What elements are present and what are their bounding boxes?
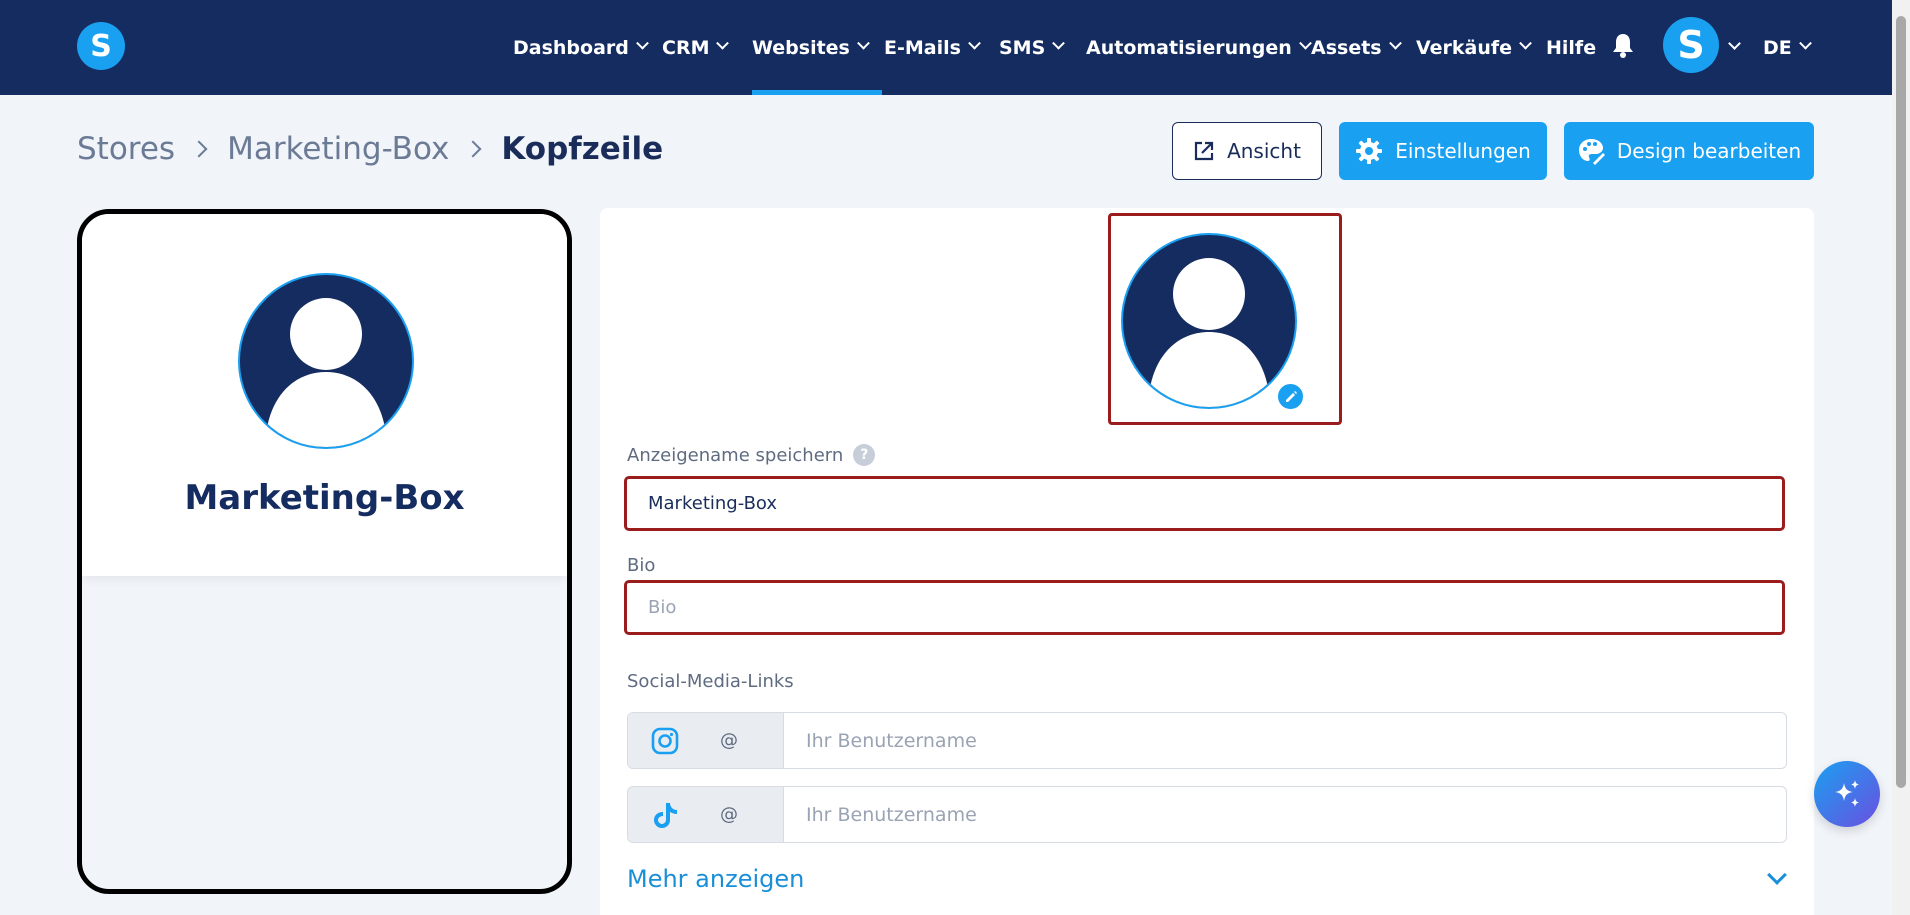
bio-label-text: Bio [627,555,656,576]
help-icon[interactable]: ? [853,444,876,466]
preview-store-name: Marketing-Box [184,478,465,518]
nav-emails[interactable]: E-Mails [884,0,981,95]
bio-label: Bio [627,555,655,576]
top-navbar: S Dashboard CRM Websites E-Mails SMS Aut… [0,0,1892,95]
design-edit-button-label: Design bearbeiten [1616,139,1802,163]
display-name-label: Anzeigename speichern ? [627,444,876,466]
breadcrumb: Stores Marketing-Box Kopfzeile [77,131,663,167]
palette-icon [1578,139,1605,165]
nav-crm[interactable]: CRM [662,0,730,95]
nav-label: Hilfe [1546,36,1597,59]
nav-label: Assets [1311,36,1382,59]
chevron-down-icon [857,36,870,50]
avatar-placeholder-icon [238,273,414,449]
external-link-icon [1194,141,1214,161]
show-more-link[interactable]: Mehr anzeigen [627,865,804,893]
chevron-down-icon [1052,36,1066,50]
chevron-down-icon [1519,36,1532,50]
page-scrollbar[interactable] [1892,0,1910,915]
ai-assistant-button[interactable] [1814,761,1880,827]
bell-icon[interactable] [1612,32,1634,58]
header-editor-panel: Anzeigename speichern ? Marketing-Box Bi… [600,208,1814,915]
scrollbar-thumb[interactable] [1896,16,1906,788]
chevron-down-icon [636,36,649,50]
chevron-down-icon[interactable] [1767,865,1787,885]
gear-icon [1356,138,1383,164]
display-name-label-text: Anzeigename speichern [627,444,844,466]
tiktok-placeholder: Ihr Benutzername [806,803,977,826]
breadcrumb-stores[interactable]: Stores [77,131,175,167]
view-button-label: Ansicht [1227,139,1301,163]
tiktok-username-input[interactable]: Ihr Benutzername [784,787,1786,842]
bio-placeholder: Bio [648,597,677,618]
view-button[interactable]: Ansicht [1172,122,1322,180]
nav-hilfe[interactable]: Hilfe [1546,0,1596,95]
at-symbol: @ [720,730,738,751]
chevron-down-icon [1798,36,1812,50]
social-prefix: @ [628,713,784,768]
nav-label: Dashboard [513,36,629,59]
chevron-down-icon [716,36,730,50]
instagram-link-field: @ Ihr Benutzername [627,712,1787,769]
at-symbol: @ [720,804,738,825]
nav-automatisierungen[interactable]: Automatisierungen [1086,0,1312,95]
display-name-value: Marketing-Box [648,493,778,514]
avatar-upload[interactable] [1108,213,1342,425]
language-label: DE [1763,36,1792,59]
nav-websites[interactable]: Websites [752,0,882,95]
breadcrumb-store[interactable]: Marketing-Box [227,131,449,167]
nav-label: Automatisierungen [1086,36,1292,59]
social-links-label-text: Social-Media-Links [627,671,794,692]
nav-label: Verkäufe [1416,36,1513,59]
nav-label: E-Mails [884,36,961,59]
design-edit-button[interactable]: Design bearbeiten [1564,122,1814,180]
store-preview: Marketing-Box [77,209,572,894]
sparkles-icon [1835,780,1859,807]
app-logo[interactable]: S [77,22,125,70]
tiktok-link-field: @ Ihr Benutzername [627,786,1787,843]
social-links-label: Social-Media-Links [627,671,794,692]
instagram-username-input[interactable]: Ihr Benutzername [784,713,1786,768]
nav-label: CRM [662,36,710,59]
settings-button-label: Einstellungen [1395,139,1531,163]
display-name-input[interactable]: Marketing-Box [624,476,1785,531]
instagram-placeholder: Ihr Benutzername [806,729,977,752]
chevron-right-icon [190,140,208,158]
chevron-down-icon [1298,36,1312,50]
nav-sms[interactable]: SMS [999,0,1066,95]
chevron-down-icon [968,36,981,50]
tiktok-icon [654,802,677,828]
nav-dashboard[interactable]: Dashboard [513,0,649,95]
chevron-down-icon[interactable] [1728,37,1741,50]
page-title: Kopfzeile [501,131,664,167]
avatar-placeholder-icon [1121,233,1297,409]
nav-verkaeufe[interactable]: Verkäufe [1416,0,1532,95]
edit-avatar-button[interactable] [1276,382,1305,411]
chevron-down-icon [1388,36,1402,50]
settings-button[interactable]: Einstellungen [1339,122,1547,180]
pencil-icon [1285,390,1297,402]
chevron-right-icon [464,140,482,158]
instagram-icon [651,727,679,754]
user-avatar[interactable]: S [1663,17,1719,73]
nav-assets[interactable]: Assets [1311,0,1402,95]
social-prefix: @ [628,787,784,842]
language-selector[interactable]: DE [1763,0,1812,95]
preview-header: Marketing-Box [82,214,567,576]
nav-label: Websites [752,36,850,59]
nav-label: SMS [999,36,1046,59]
bio-input[interactable]: Bio [624,580,1785,635]
